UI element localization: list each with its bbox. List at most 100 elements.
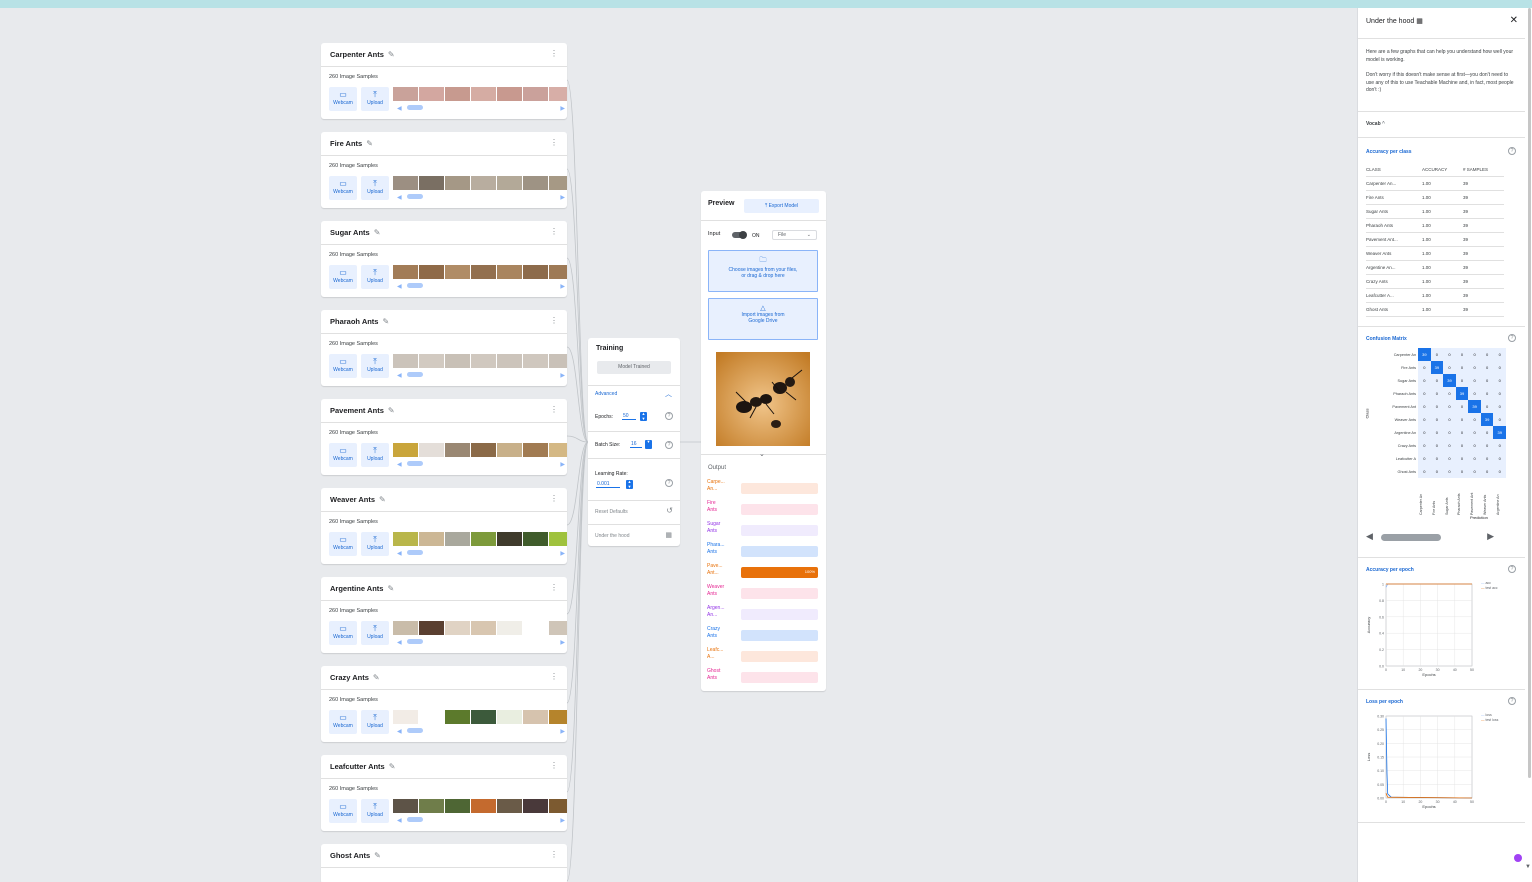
webcam-button[interactable]: ▭ Webcam	[329, 710, 357, 734]
more-options-icon[interactable]: ⋮	[550, 850, 558, 859]
sample-thumbnail[interactable]	[419, 176, 444, 190]
sample-thumbnail[interactable]	[523, 532, 548, 546]
scroll-left-icon[interactable]: ◀	[397, 194, 402, 201]
sample-thumbnail[interactable]	[523, 176, 548, 190]
upload-button[interactable]: ⤒ Upload	[361, 176, 389, 200]
sample-thumbnail[interactable]	[471, 87, 496, 101]
scroll-left-icon[interactable]: ◀	[397, 728, 402, 735]
sample-thumbnail[interactable]	[497, 354, 522, 368]
edit-icon[interactable]: ✎	[387, 584, 394, 593]
sample-thumbnail[interactable]	[393, 176, 418, 190]
sample-thumbnail[interactable]	[393, 621, 418, 635]
sample-thumbnail[interactable]	[419, 443, 444, 457]
webcam-button[interactable]: ▭ Webcam	[329, 354, 357, 378]
webcam-button[interactable]: ▭ Webcam	[329, 443, 357, 467]
class-name[interactable]: Crazy Ants	[330, 673, 369, 682]
sample-thumbnail[interactable]	[393, 532, 418, 546]
scroll-left-icon[interactable]: ◀	[1366, 531, 1373, 542]
scroll-left-icon[interactable]: ◀	[397, 105, 402, 112]
edit-icon[interactable]: ✎	[366, 139, 373, 148]
file-drop-zone[interactable]: 🗀 Choose images from your files, or drag…	[708, 250, 818, 292]
scroll-thumb[interactable]	[407, 817, 423, 822]
under-the-hood-button[interactable]: Under the hood ▦	[588, 524, 680, 544]
sample-thumbnail[interactable]	[471, 710, 496, 724]
sample-thumbnail[interactable]	[419, 87, 444, 101]
google-drive-import[interactable]: △ Import images from Google Drive	[708, 298, 818, 340]
sample-thumbnail[interactable]	[523, 621, 548, 635]
class-name[interactable]: Pharaoh Ants	[330, 317, 378, 326]
chevron-down-icon[interactable]: ▼	[645, 439, 652, 449]
sample-thumbnail[interactable]	[419, 265, 444, 279]
help-icon[interactable]: ?	[1508, 334, 1516, 342]
scroll-right-icon[interactable]: ▶	[560, 372, 565, 379]
sample-thumbnail[interactable]	[445, 87, 470, 101]
scroll-thumb[interactable]	[407, 194, 423, 199]
sample-thumbnail[interactable]	[445, 265, 470, 279]
sample-thumbnail[interactable]	[445, 176, 470, 190]
scroll-left-icon[interactable]: ◀	[397, 461, 402, 468]
class-name[interactable]: Ghost Ants	[330, 851, 370, 860]
sample-thumbnail[interactable]	[549, 265, 567, 279]
reset-defaults-button[interactable]: Reset Defaults ↺	[588, 500, 680, 520]
thumbnail-scrollbar[interactable]: ◀ ▶	[393, 371, 567, 379]
edit-icon[interactable]: ✎	[379, 495, 386, 504]
more-options-icon[interactable]: ⋮	[550, 583, 558, 592]
scroll-thumb[interactable]	[407, 639, 423, 644]
thumbnail-scrollbar[interactable]: ◀ ▶	[393, 638, 567, 646]
sample-thumbnail[interactable]	[523, 443, 548, 457]
assistant-icon[interactable]	[1514, 854, 1522, 862]
upload-button[interactable]: ⤒ Upload	[361, 87, 389, 111]
sample-thumbnail[interactable]	[523, 265, 548, 279]
class-name[interactable]: Carpenter Ants	[330, 50, 384, 59]
scroll-right-icon[interactable]: ▶	[560, 461, 565, 468]
scroll-right-icon[interactable]: ▶	[560, 728, 565, 735]
sample-thumbnail[interactable]	[393, 710, 418, 724]
edit-icon[interactable]: ✎	[374, 851, 381, 860]
train-model-button[interactable]: Model Trained	[597, 361, 671, 374]
scroll-left-icon[interactable]: ◀	[397, 550, 402, 557]
thumbnail-scrollbar[interactable]: ◀ ▶	[393, 282, 567, 290]
vocab-toggle[interactable]: Vocab ^	[1366, 121, 1385, 127]
scroll-right-icon[interactable]: ▶	[560, 283, 565, 290]
scroll-thumb[interactable]	[407, 461, 423, 466]
upload-button[interactable]: ⤒ Upload	[361, 354, 389, 378]
help-icon[interactable]: ?	[1508, 565, 1516, 573]
sample-thumbnail[interactable]	[471, 621, 496, 635]
edit-icon[interactable]: ✎	[373, 673, 380, 682]
more-options-icon[interactable]: ⋮	[550, 316, 558, 325]
sample-thumbnail[interactable]	[523, 799, 548, 813]
scroll-thumb[interactable]	[407, 283, 423, 288]
sample-thumbnail[interactable]	[497, 799, 522, 813]
sample-thumbnail[interactable]	[471, 443, 496, 457]
sample-thumbnail[interactable]	[419, 532, 444, 546]
upload-button[interactable]: ⤒ Upload	[361, 443, 389, 467]
scroll-down-icon[interactable]: ▼	[1525, 864, 1531, 870]
sample-thumbnail[interactable]	[419, 621, 444, 635]
more-options-icon[interactable]: ⋮	[550, 138, 558, 147]
learning-rate-input[interactable]: 0.001	[596, 481, 620, 488]
sample-thumbnail[interactable]	[497, 532, 522, 546]
thumbnail-scrollbar[interactable]: ◀ ▶	[393, 727, 567, 735]
sample-thumbnail[interactable]	[393, 799, 418, 813]
sample-thumbnail[interactable]	[523, 710, 548, 724]
scroll-right-icon[interactable]: ▶	[560, 639, 565, 646]
upload-button[interactable]: ⤒ Upload	[361, 710, 389, 734]
sample-thumbnail[interactable]	[549, 354, 567, 368]
export-model-button[interactable]: ⤒ Export Model	[744, 199, 819, 213]
sample-thumbnail[interactable]	[419, 710, 444, 724]
sample-thumbnail[interactable]	[445, 710, 470, 724]
scroll-thumb[interactable]	[407, 728, 423, 733]
sample-thumbnail[interactable]	[549, 799, 567, 813]
help-icon[interactable]: ?	[665, 412, 673, 420]
sample-thumbnail[interactable]	[549, 621, 567, 635]
sample-thumbnail[interactable]	[445, 532, 470, 546]
sample-thumbnail[interactable]	[471, 799, 496, 813]
thumbnail-scrollbar[interactable]: ◀ ▶	[393, 104, 567, 112]
sample-thumbnail[interactable]	[445, 443, 470, 457]
input-source-select[interactable]: File ⌄	[772, 230, 817, 240]
sample-thumbnail[interactable]	[445, 799, 470, 813]
edit-icon[interactable]: ✎	[388, 50, 395, 59]
scroll-right-icon[interactable]: ▶	[560, 817, 565, 824]
thumbnail-scrollbar[interactable]: ◀ ▶	[393, 549, 567, 557]
sample-thumbnail[interactable]	[471, 532, 496, 546]
